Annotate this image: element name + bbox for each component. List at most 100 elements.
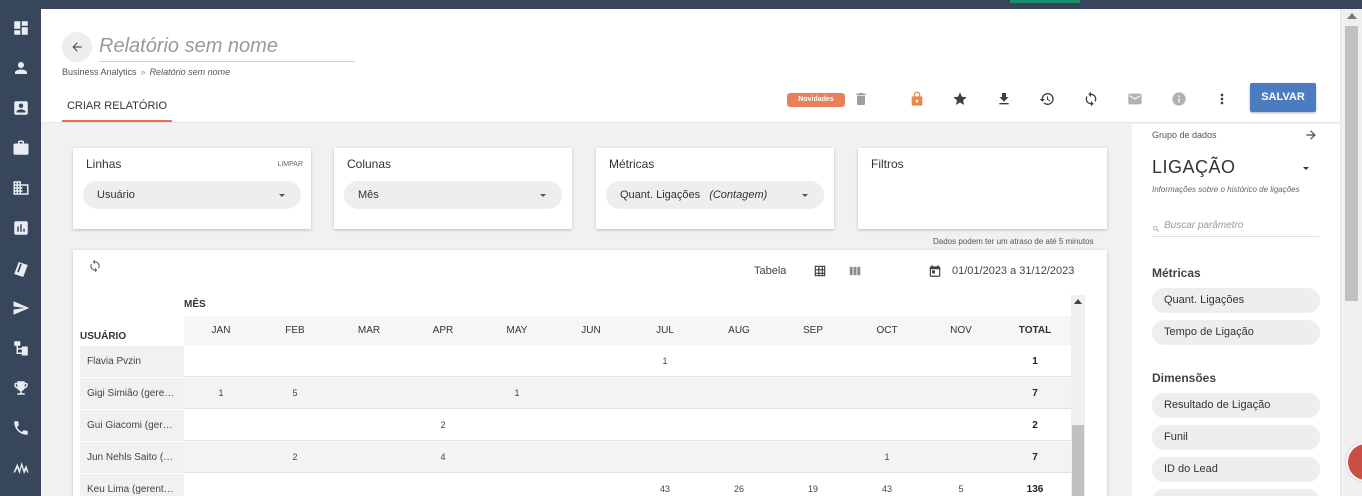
send-icon[interactable] bbox=[12, 299, 30, 317]
column-header[interactable]: AUG bbox=[702, 316, 776, 345]
linhas-select-value: Usuário bbox=[97, 189, 135, 201]
metric-chip[interactable]: Quant. Ligações bbox=[1152, 288, 1320, 313]
funnel-switch-icon[interactable] bbox=[12, 459, 30, 477]
info-icon[interactable] bbox=[1171, 91, 1187, 107]
clear-button[interactable]: LIMPAR bbox=[277, 161, 303, 168]
table-cell bbox=[924, 410, 998, 441]
table-scroll-thumb[interactable] bbox=[1072, 425, 1084, 496]
news-badge[interactable]: Novidades bbox=[787, 93, 845, 107]
table-cell bbox=[258, 474, 332, 496]
breadcrumb-separator: » bbox=[140, 67, 146, 77]
column-header[interactable]: JUN bbox=[554, 316, 628, 345]
row-group-label: USUÁRIO bbox=[80, 331, 127, 342]
history-icon[interactable] bbox=[1039, 91, 1055, 107]
breadcrumb: Business Analytics» Relatório sem nome bbox=[62, 67, 230, 77]
metric-chip[interactable]: Tempo de Ligação bbox=[1152, 320, 1320, 345]
trash-icon[interactable] bbox=[853, 91, 869, 107]
table-cell bbox=[480, 474, 554, 496]
table-row: Gui Giacomi (ger… 2 2 bbox=[80, 410, 1071, 441]
column-header[interactable]: OCT bbox=[850, 316, 924, 345]
bar-chart-icon[interactable] bbox=[12, 219, 30, 237]
table-cell: 26 bbox=[733, 484, 744, 494]
table-cell bbox=[332, 474, 406, 496]
table-cell: 1 bbox=[218, 388, 224, 398]
column-header[interactable]: FEB bbox=[258, 316, 332, 345]
calendar-icon[interactable] bbox=[928, 264, 942, 278]
contact-card-icon[interactable] bbox=[12, 99, 30, 117]
page-scrollbar[interactable] bbox=[1340, 9, 1362, 496]
data-group-label: Grupo de dados bbox=[1152, 130, 1217, 140]
table-cell bbox=[628, 442, 702, 473]
column-header[interactable]: APR bbox=[406, 316, 480, 345]
card-metricas: Métricas Quant. Ligações (Contagem) bbox=[596, 148, 834, 229]
metrics-section-title: Métricas bbox=[1152, 266, 1201, 280]
table-scrollbar[interactable] bbox=[1071, 295, 1085, 496]
row-total-cell: 136 bbox=[1026, 484, 1044, 495]
row-user-name: Gigi Simião (gere… bbox=[80, 378, 184, 409]
table-cell: 4 bbox=[440, 452, 446, 462]
column-header[interactable]: JAN bbox=[184, 316, 258, 345]
caret-down-icon[interactable] bbox=[1303, 167, 1309, 170]
table-cell bbox=[332, 442, 406, 473]
columns-view-icon[interactable] bbox=[848, 264, 862, 278]
back-button[interactable] bbox=[62, 32, 92, 62]
table-cell bbox=[924, 378, 998, 409]
refresh-icon[interactable] bbox=[88, 259, 102, 273]
phone-icon[interactable] bbox=[12, 419, 30, 437]
scroll-up-icon[interactable] bbox=[1347, 13, 1357, 19]
table-view-icon[interactable] bbox=[813, 264, 827, 278]
colunas-select[interactable]: Mês bbox=[344, 181, 562, 209]
report-title-input[interactable]: Relatório sem nome bbox=[99, 35, 355, 62]
table-cell bbox=[332, 410, 406, 441]
breadcrumb-root[interactable]: Business Analytics bbox=[62, 67, 137, 77]
trophy-icon[interactable] bbox=[12, 379, 30, 397]
dimension-chip[interactable]: ID do Lead bbox=[1152, 457, 1320, 482]
lock-icon[interactable] bbox=[909, 91, 925, 107]
parameter-search[interactable] bbox=[1152, 215, 1319, 237]
column-header[interactable]: MAR bbox=[332, 316, 406, 345]
table-cell bbox=[406, 378, 480, 409]
table-cell bbox=[332, 378, 406, 409]
column-header[interactable]: NOV bbox=[924, 316, 998, 345]
dimension-chip[interactable]: Funil bbox=[1152, 425, 1320, 450]
table-cell bbox=[702, 378, 776, 409]
metricas-select[interactable]: Quant. Ligações (Contagem) bbox=[606, 181, 824, 209]
more-vert-icon[interactable] bbox=[1214, 91, 1230, 107]
linhas-select[interactable]: Usuário bbox=[83, 181, 301, 209]
parameter-search-input[interactable] bbox=[1164, 216, 1314, 234]
scroll-up-icon[interactable] bbox=[1074, 299, 1082, 304]
sync-icon[interactable] bbox=[1083, 91, 1099, 107]
column-header[interactable]: JUL bbox=[628, 316, 702, 345]
date-range-picker[interactable]: 01/01/2023 a 31/12/2023 bbox=[952, 265, 1074, 277]
star-icon[interactable] bbox=[952, 91, 968, 107]
dimension-chip[interactable]: Resultado de Ligação bbox=[1152, 393, 1320, 418]
row-user-name: Gui Giacomi (ger… bbox=[80, 410, 184, 441]
building-icon[interactable] bbox=[12, 179, 30, 197]
dashboard-icon[interactable] bbox=[12, 19, 30, 37]
data-group-select[interactable]: LIGAÇÃO bbox=[1152, 157, 1236, 178]
download-icon[interactable] bbox=[996, 91, 1012, 107]
column-header[interactable]: MAY bbox=[480, 316, 554, 345]
tab-criar-relatorio[interactable]: CRIAR RELATÓRIO bbox=[62, 94, 172, 122]
card-colunas: Colunas Mês bbox=[334, 148, 572, 229]
table-cell bbox=[554, 410, 628, 441]
table-cell bbox=[554, 474, 628, 496]
left-nav bbox=[0, 0, 41, 496]
tags-icon[interactable] bbox=[12, 259, 30, 277]
dimension-chip[interactable]: Lead bbox=[1152, 489, 1320, 496]
table-row: Flavia Pvzin 1 1 bbox=[80, 346, 1071, 377]
person-icon[interactable] bbox=[12, 59, 30, 77]
mail-icon[interactable] bbox=[1127, 91, 1143, 107]
table-cell bbox=[776, 442, 850, 473]
table-cell: 5 bbox=[958, 484, 964, 494]
table-cell bbox=[258, 410, 332, 441]
page-scroll-thumb[interactable] bbox=[1345, 26, 1358, 301]
save-button[interactable]: SALVAR bbox=[1250, 83, 1316, 112]
arrow-right-icon[interactable] bbox=[1304, 128, 1318, 142]
hierarchy-icon[interactable] bbox=[12, 339, 30, 357]
column-header[interactable]: SEP bbox=[776, 316, 850, 345]
row-total-cell: 1 bbox=[1032, 356, 1038, 367]
column-header-total[interactable]: TOTAL bbox=[998, 316, 1072, 345]
card-filtros[interactable]: Filtros bbox=[858, 148, 1107, 229]
briefcase-icon[interactable] bbox=[12, 139, 30, 157]
